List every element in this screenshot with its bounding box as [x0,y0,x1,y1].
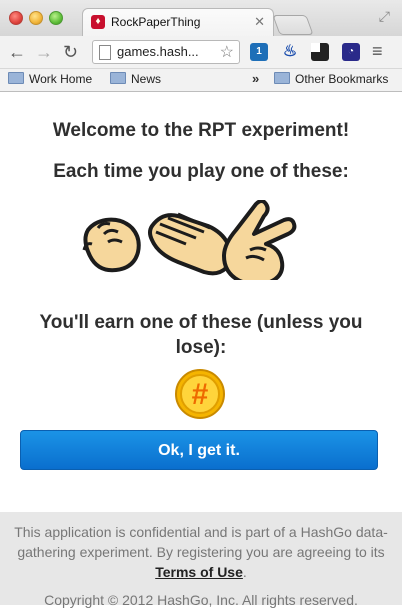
reload-button[interactable]: ↻ [63,41,78,63]
welcome-heading: Welcome to the RPT experiment! [52,120,350,141]
browser-toolbar: ← → ↻ games.hash... ☆ 1 ♨ ◔ ≡ [0,36,402,69]
bookmark-news[interactable]: News [110,72,161,86]
browser-tab[interactable]: ♦ RockPaperThing ✕ [82,8,274,37]
tab-title: RockPaperThing [111,15,201,29]
scissors-hand-icon [222,200,297,280]
favicon-icon: ♦ [91,15,105,29]
checker-extension-icon[interactable] [311,43,329,61]
bookmark-other[interactable]: Other Bookmarks [274,72,388,86]
footer: This application is confidential and is … [0,512,402,608]
extension-1-icon[interactable]: 1 [250,43,268,61]
flame-extension-icon[interactable]: ♨ [281,43,299,61]
fullscreen-icon[interactable]: ⤢ [379,8,390,25]
close-window-button[interactable] [9,11,23,25]
back-button[interactable]: ← [8,41,26,63]
title-bar: ♦ RockPaperThing ✕ ⤢ [0,0,402,37]
folder-icon [274,72,290,84]
new-tab-button[interactable] [272,15,314,35]
folder-icon [8,72,24,84]
gauge-extension-icon[interactable]: ◔ [342,43,360,61]
page-content: Welcome to the RPT experiment! Each time… [0,92,402,608]
page-icon [99,45,111,60]
terms-of-use-link[interactable]: Terms of Use [155,564,243,580]
earn-heading: You'll earn one of these (unless you los… [39,312,363,358]
bookmark-star-icon[interactable]: ☆ [220,42,234,62]
tab-close-icon[interactable]: ✕ [254,14,265,30]
folder-icon [110,72,126,84]
hash-coin-icon: # [175,369,225,419]
bookmark-work-home[interactable]: Work Home [8,72,92,86]
confidential-notice: This application is confidential and is … [14,524,388,560]
ok-i-get-it-button[interactable]: Ok, I get it. [20,430,378,470]
minimize-window-button[interactable] [29,11,43,25]
more-bookmarks-chevron-icon[interactable]: » [252,71,259,86]
each-time-heading: Each time you play one of these: [53,161,349,182]
menu-icon[interactable]: ≡ [372,41,383,62]
bookmarks-bar: Work Home News » Other Bookmarks [0,69,402,92]
url-text: games.hash... [117,44,199,59]
hand-gestures [82,200,297,280]
coin-symbol: # [192,378,209,411]
footer-text: This application is confidential and is … [14,524,388,580]
rock-hand-icon [82,217,141,273]
copyright-text: Copyright © 2012 HashGo, Inc. All rights… [44,592,358,608]
zoom-window-button[interactable] [49,11,63,25]
address-bar[interactable]: games.hash... ☆ [92,40,240,64]
paper-hand-icon [148,212,233,276]
forward-button[interactable]: → [35,41,53,63]
